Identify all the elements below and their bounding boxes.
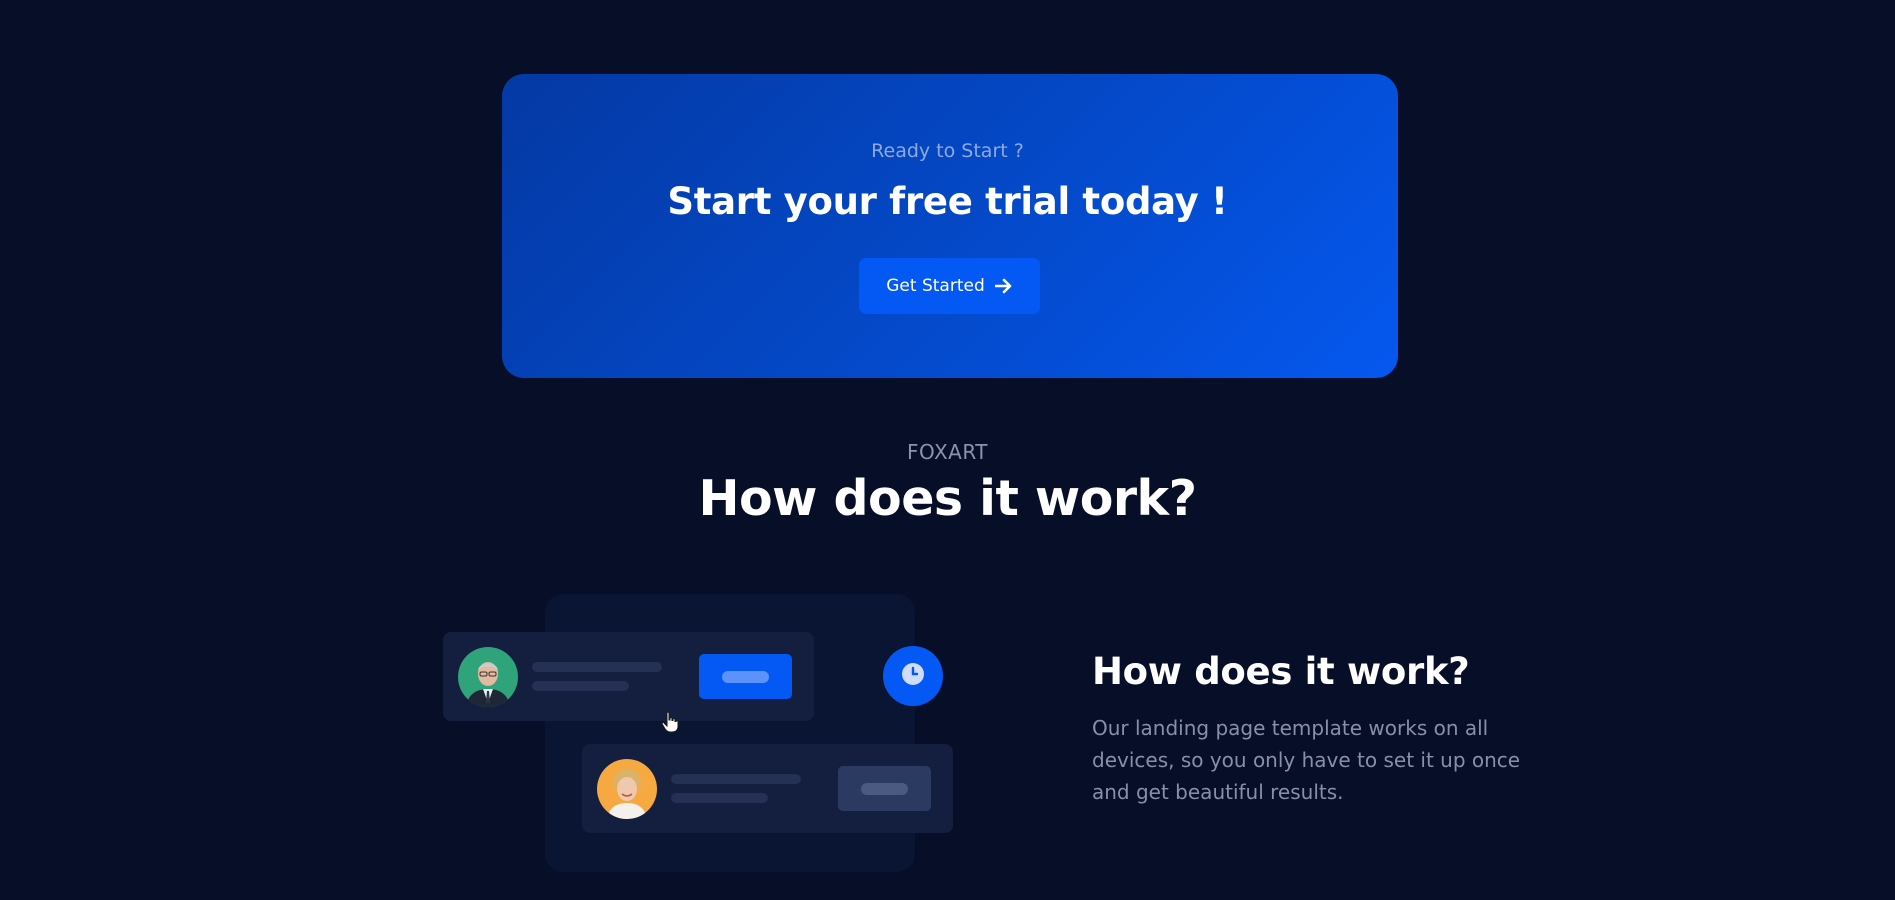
cta-eyebrow: Ready to Start ?: [871, 140, 1024, 162]
placeholder-line: [532, 662, 662, 672]
hand-pointer-icon: [661, 711, 679, 733]
page: Ready to Start ? Start your free trial t…: [0, 0, 1895, 900]
woman-avatar: [597, 759, 657, 819]
section-title: How does it work?: [698, 470, 1197, 527]
man-avatar: [458, 647, 518, 707]
button-placeholder: [722, 671, 769, 683]
arrow-right-icon: [994, 278, 1013, 294]
feature-description: Our landing page template works on all d…: [1092, 716, 1521, 804]
placeholder-line: [671, 793, 768, 803]
user-card: [443, 632, 814, 721]
card-action-button[interactable]: [699, 654, 792, 699]
get-started-label: Get Started: [886, 276, 985, 296]
clock-icon: [901, 662, 925, 690]
placeholder-line: [671, 774, 801, 784]
placeholder-line: [532, 681, 629, 691]
section-eyebrow: FOXART: [906, 440, 988, 464]
clock-badge: [883, 646, 943, 706]
cta-card: [502, 74, 1398, 378]
card-action-button[interactable]: [838, 766, 931, 811]
get-started-button[interactable]: Get Started: [859, 258, 1040, 314]
feature-title: How does it work?: [1092, 650, 1470, 693]
cta-title: Start your free trial today !: [667, 180, 1228, 223]
button-placeholder: [861, 783, 908, 795]
user-card: [582, 744, 953, 833]
